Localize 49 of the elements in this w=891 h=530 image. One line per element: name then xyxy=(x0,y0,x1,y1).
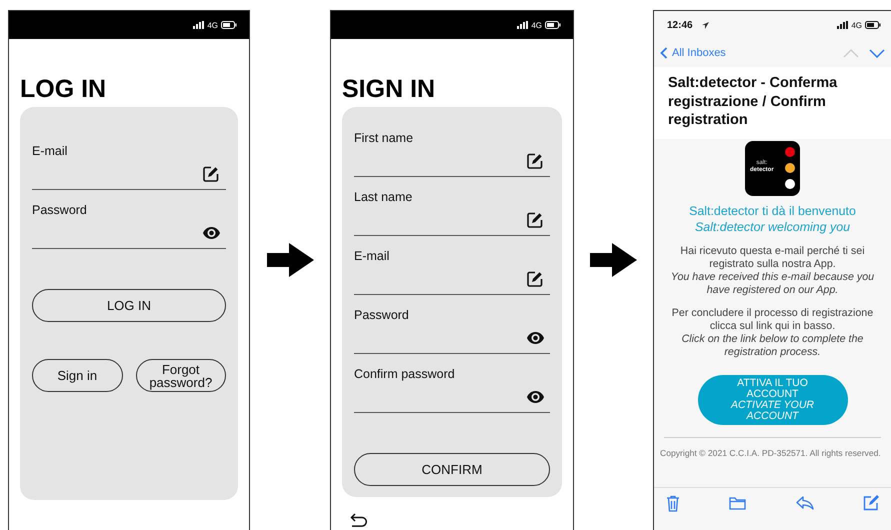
message-text: Per concludere il processo di registrazione clicca sul link qui in basso. xyxy=(670,306,874,332)
signal-icon xyxy=(517,21,528,29)
network-label: 4G xyxy=(851,20,862,30)
eye-icon[interactable] xyxy=(203,227,220,239)
field-label: Password xyxy=(32,202,88,218)
signal-icon xyxy=(193,21,204,29)
edit-icon[interactable] xyxy=(526,270,544,288)
welcome-text: Salt:detector ti dà il benvenuto xyxy=(689,202,856,218)
back-icon[interactable] xyxy=(350,513,368,527)
status-time: 12:46 xyxy=(667,20,693,30)
message-text: You have received this e-mail because you have registered on our App. xyxy=(670,270,876,296)
field-label: Confirm password xyxy=(354,366,456,382)
message-text: Hai ricevuto questa e-mail perché ti sei registrato sulla nostra App. xyxy=(679,244,866,270)
signal-icon xyxy=(837,21,848,29)
screen-title: LOG IN xyxy=(20,75,108,104)
chevron-left-icon[interactable] xyxy=(660,47,668,59)
flow-arrow xyxy=(266,243,314,277)
reply-icon[interactable] xyxy=(796,496,814,510)
screen-title: SIGN IN xyxy=(342,75,436,104)
battery-icon xyxy=(221,21,237,29)
primary-button[interactable]: CONFIRM xyxy=(354,453,550,486)
secondary-button[interactable]: Sign in xyxy=(32,359,122,392)
compose-icon[interactable] xyxy=(862,495,879,511)
edit-icon[interactable] xyxy=(202,165,220,183)
network-label: 4G xyxy=(531,20,542,30)
eye-icon[interactable] xyxy=(527,332,544,344)
email-subject: Salt:detector - Conferma registrazione / Confirm registration xyxy=(654,67,891,138)
field-label: Password xyxy=(354,307,410,323)
trash-icon[interactable] xyxy=(666,494,680,512)
message-text: Click on the link below to complete the registration process. xyxy=(680,332,864,358)
edit-icon[interactable] xyxy=(526,152,544,170)
battery-icon xyxy=(865,21,881,29)
location-arrow-icon xyxy=(702,22,710,28)
network-label: 4G xyxy=(207,20,218,30)
chevron-down-icon[interactable] xyxy=(869,48,885,58)
secondary-button[interactable]: Forgot password? xyxy=(136,359,226,392)
back-link[interactable]: All Inboxes xyxy=(672,47,726,59)
copyright-text: Copyright © 2021 C.C.I.A. PD-352571. All rights reserved. xyxy=(660,446,882,458)
folder-icon[interactable] xyxy=(729,496,746,510)
field-label: First name xyxy=(354,130,414,146)
edit-icon[interactable] xyxy=(526,211,544,229)
field-label: Last name xyxy=(354,189,414,205)
eye-icon[interactable] xyxy=(527,391,544,403)
welcome-text: Salt:detector welcoming you xyxy=(695,218,850,234)
battery-icon xyxy=(545,21,561,29)
field-label: E-mail xyxy=(32,143,68,159)
field-label: E-mail xyxy=(354,248,390,264)
primary-button[interactable]: LOG IN xyxy=(32,289,226,322)
flow-arrow xyxy=(590,243,637,277)
